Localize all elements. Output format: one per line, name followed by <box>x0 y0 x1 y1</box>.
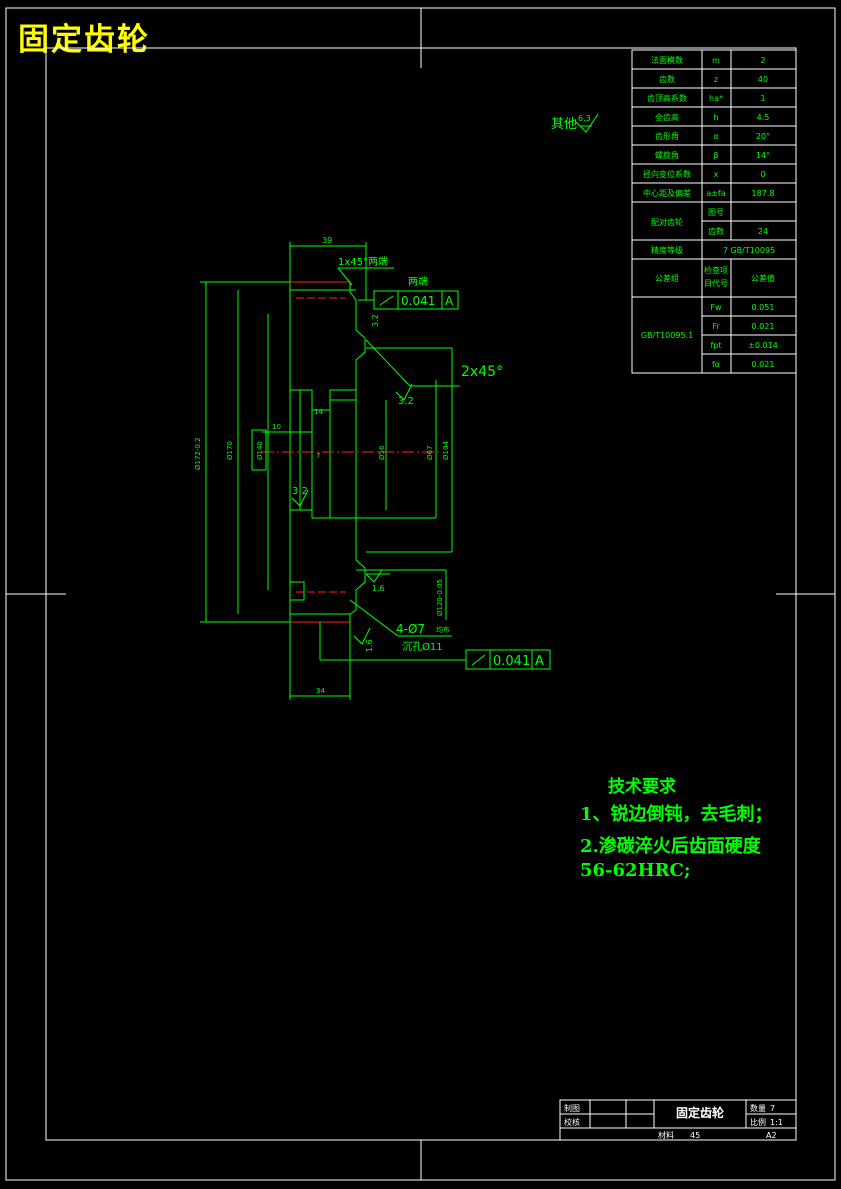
chamfer-2: 2x45° <box>461 364 503 380</box>
row-sub: 图号 <box>708 208 724 217</box>
dim-d170: Ø170 <box>226 441 234 460</box>
dim-d120: Ø120-0.05 <box>436 579 444 616</box>
dim-10: 10 <box>272 423 281 431</box>
roughness-32a: 3.2 <box>371 314 380 327</box>
both-ends-2: 两端 <box>408 275 428 288</box>
lower-section <box>289 509 366 623</box>
holes-suffix: 均布 <box>436 625 450 634</box>
tech-req-line3: 56-62HRC; <box>580 860 691 881</box>
dim-14: 14 <box>314 408 323 416</box>
row-sym: α <box>713 132 718 141</box>
counterbore-note: 沉孔Ø11 <box>402 640 443 653</box>
dim-d104: Ø104 <box>442 441 450 460</box>
tb-scale: 1:1 <box>770 1118 783 1127</box>
tol-ref-2: A <box>535 654 544 669</box>
roughness-16b: 1.6 <box>365 639 374 652</box>
chamfer-1: 1x45° <box>338 257 368 268</box>
row-val: 2 <box>760 56 765 65</box>
row-sym: fpt <box>710 341 721 350</box>
row-name: 法面模数 <box>651 55 683 65</box>
row-val: 20° <box>756 132 770 141</box>
row-name: 全齿高 <box>655 112 679 122</box>
row-name: 精度等级 <box>651 245 683 255</box>
dim-top: 39 <box>322 236 332 245</box>
row-sym: Fr <box>712 322 720 331</box>
tb-material: 45 <box>690 1131 700 1140</box>
row-name: 齿数 <box>659 74 675 84</box>
both-ends-1: 两端 <box>368 255 388 268</box>
row-sym: h <box>713 113 718 122</box>
row-val: 0.021 <box>752 360 775 369</box>
dim-d172: Ø172-0.2 <box>194 437 202 470</box>
row-name: 螺旋角 <box>655 150 679 160</box>
row-val: 187.8 <box>752 189 775 198</box>
row-sym: β <box>713 151 718 160</box>
gear-section-view <box>262 281 440 623</box>
tech-req-line1: 1、锐边倒钝，去毛刺； <box>580 804 773 825</box>
row-name: 齿顶高系数 <box>647 93 687 103</box>
row-name: 配对齿轮 <box>651 217 683 227</box>
row-sym: Fw <box>710 303 722 312</box>
tb-qty: 7 <box>770 1104 775 1113</box>
tb-size: A2 <box>766 1131 777 1140</box>
row-val: 24 <box>758 227 768 236</box>
dimensions: 39 1x45° 两端 两端 0.041 A 3.2 2x45° 3.2 14 … <box>194 236 551 700</box>
row-name: 中心距及偏差 <box>643 188 691 198</box>
row-name: 齿形角 <box>655 131 679 141</box>
dim-d67: Ø67 <box>426 446 434 460</box>
dim-7: 7 <box>316 452 320 460</box>
row-sub: 齿数 <box>708 226 724 236</box>
dim-d140: Ø140 <box>256 441 264 460</box>
tb-name: 固定齿轮 <box>676 1105 725 1120</box>
row-val: 0.051 <box>752 303 775 312</box>
tb-material-label: 材料 <box>658 1130 674 1140</box>
row-val: 40 <box>758 75 768 84</box>
row-val: 1 <box>760 94 765 103</box>
tech-req-heading: 技术要求 <box>608 777 676 797</box>
row-sym: a±fa <box>706 189 725 198</box>
tb-drawn: 制图 <box>564 1103 580 1113</box>
tech-req-line2: 2.渗碳淬火后齿面硬度 <box>580 836 761 857</box>
row-sub: 公差值 <box>751 273 775 283</box>
tb-qty-label: 数量 <box>750 1103 766 1113</box>
row-sym: ha* <box>709 94 723 103</box>
other-roughness-value: 6.3 <box>578 114 591 123</box>
row-sym: m <box>712 56 720 65</box>
row-val: 4.5 <box>757 113 770 122</box>
row-sym: x <box>714 170 719 179</box>
row-val: 0 <box>760 170 765 179</box>
row-sym: fα <box>712 360 720 369</box>
row-sub: 检查项 <box>704 265 728 275</box>
hub-bore <box>311 409 331 519</box>
param-table: 法面模数 m 2 齿数 z 40 齿顶高系数 ha* 1 全齿高 h 4.5 齿… <box>631 49 797 374</box>
row-name: 公差组 <box>655 273 679 283</box>
row-val: 14° <box>756 151 770 160</box>
row-val: 7 GB/T10095 <box>723 246 775 255</box>
row-sub: 目代号 <box>704 278 728 288</box>
row-name: 径向变位系数 <box>643 169 691 179</box>
tb-checked: 校核 <box>564 1117 580 1127</box>
upper-section <box>289 281 366 411</box>
roughness-16a: 1.6 <box>372 584 385 593</box>
drawing-canvas: 法面模数 m 2 齿数 z 40 齿顶高系数 ha* 1 全齿高 h 4.5 齿… <box>5 7 836 1181</box>
dim-bottom: 34 <box>316 687 325 695</box>
row-std: GB/T10095.1 <box>641 331 693 340</box>
dim-d56: Ø56 <box>378 445 386 460</box>
tb-scale-label: 比例 <box>750 1117 766 1127</box>
holes-note: 4-Ø7 <box>396 622 425 636</box>
tol-value-1: 0.041 <box>401 294 435 308</box>
row-val: ±0.014 <box>748 341 778 350</box>
title-block: 制图 校核 固定齿轮 数量 7 比例 1:1 材料 45 A2 <box>559 1099 797 1141</box>
other-roughness: 其他 6.3 <box>551 113 599 133</box>
roughness-32b: 3.2 <box>398 396 414 407</box>
row-sym: z <box>714 75 718 84</box>
other-roughness-label: 其他 <box>551 117 577 132</box>
row-val: 0.021 <box>752 322 775 331</box>
outer-frame <box>5 7 836 1181</box>
inner-frame <box>45 47 797 1141</box>
tol-ref-1: A <box>445 294 454 308</box>
tol-value-2: 0.041 <box>493 654 530 669</box>
